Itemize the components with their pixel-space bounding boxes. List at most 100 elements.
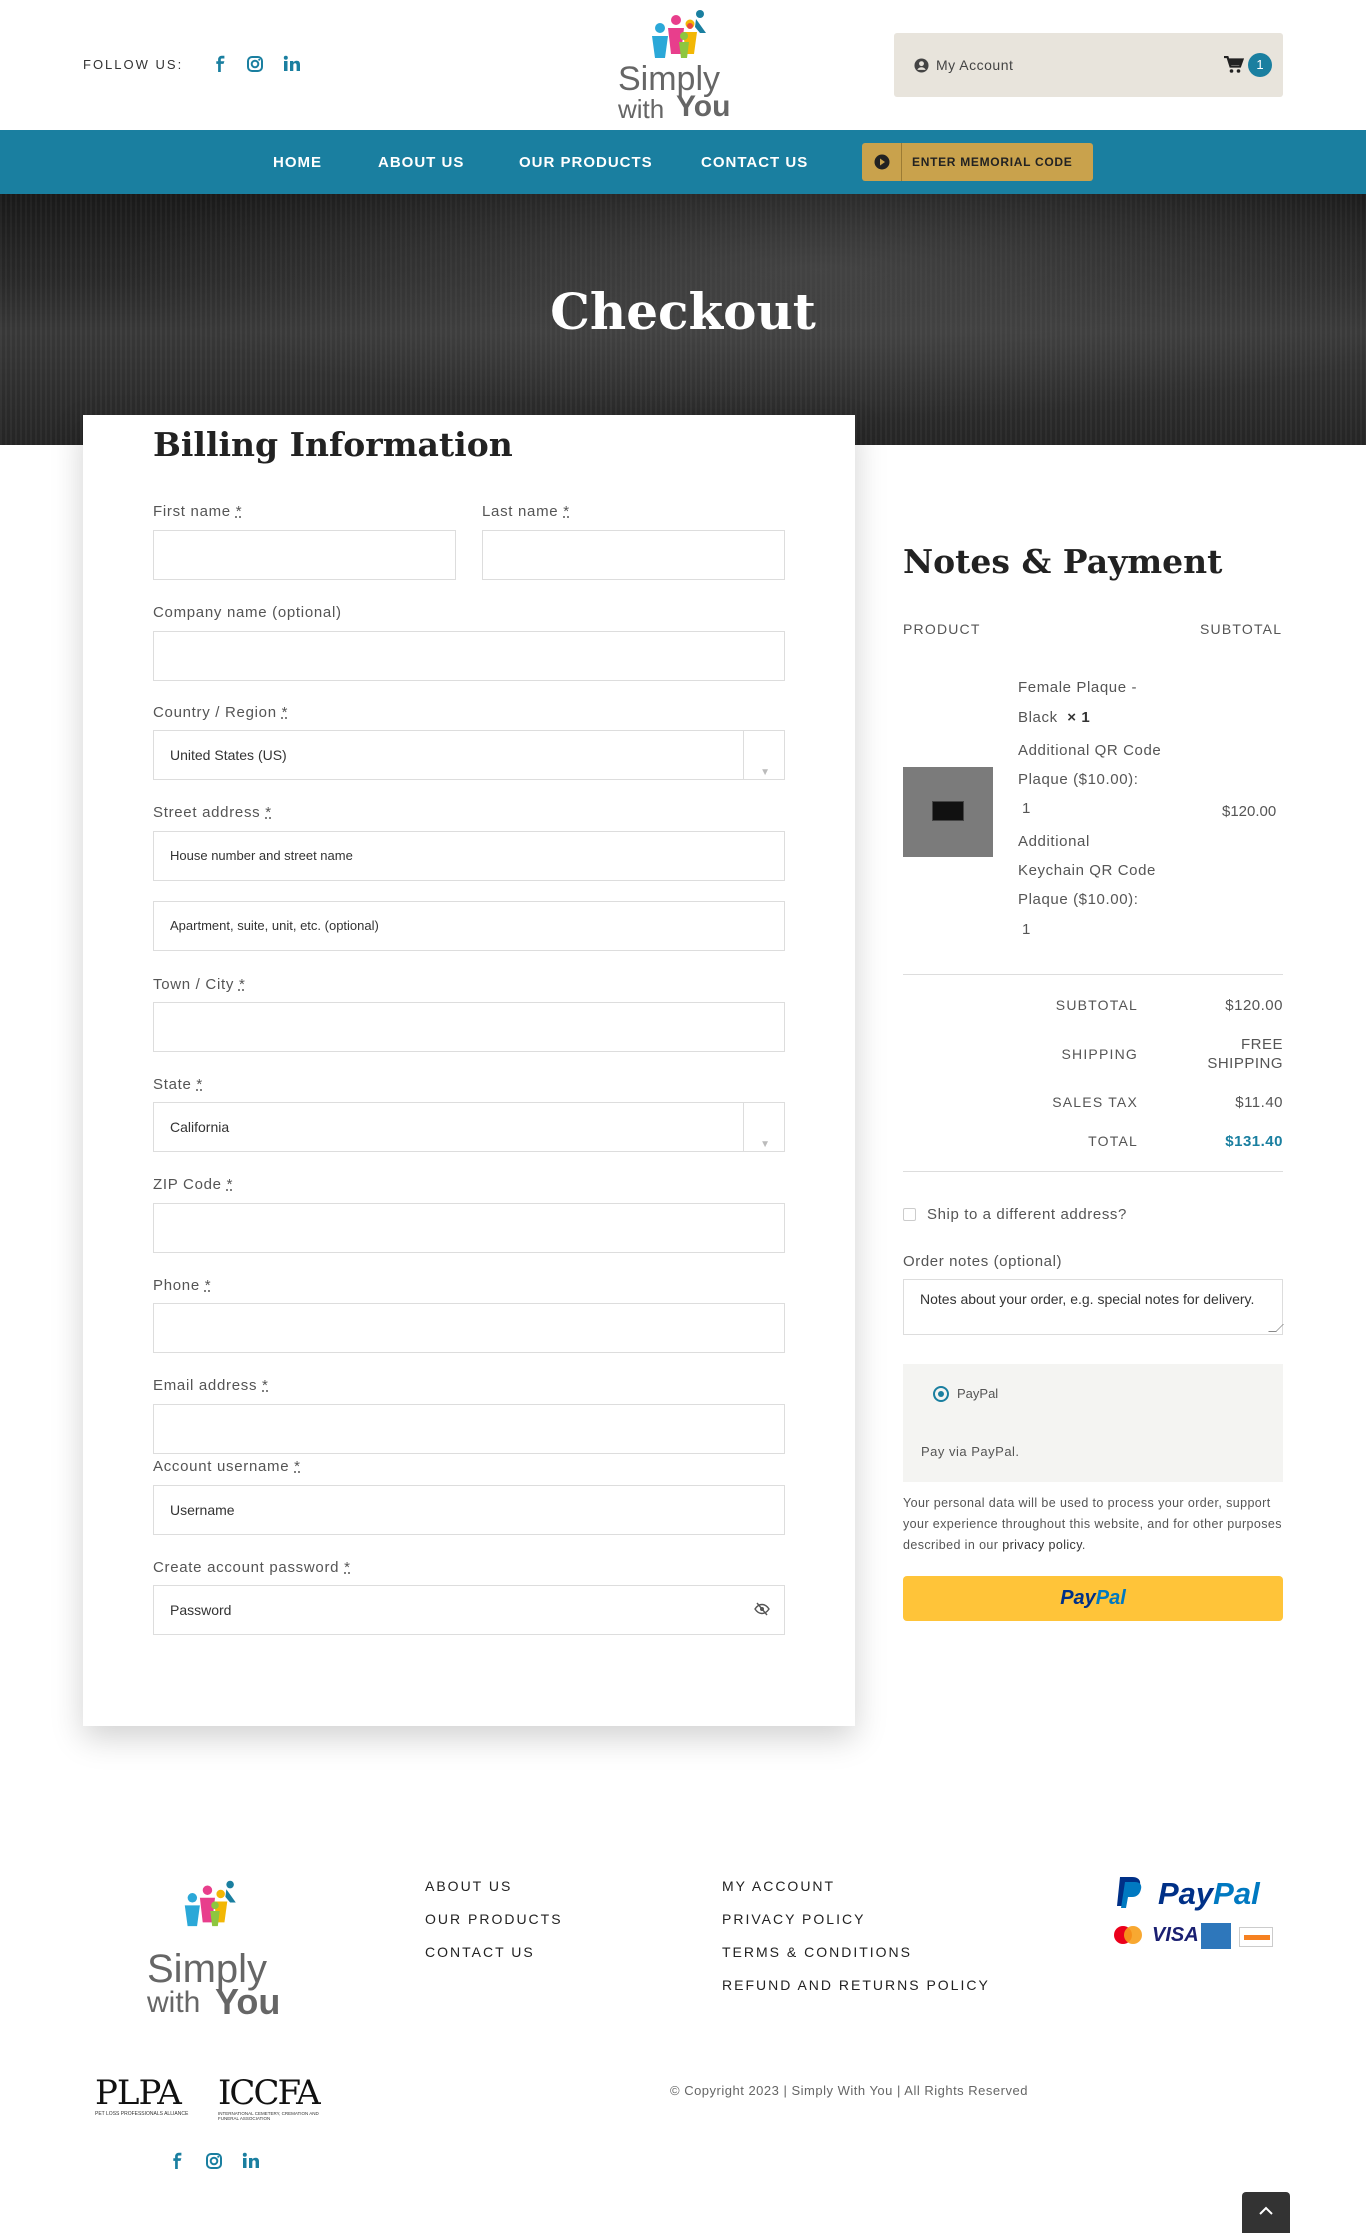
footer-refund-returns[interactable]: REFUND AND RETURNS POLICY — [722, 1977, 990, 1993]
page-title: Checkout — [550, 282, 816, 341]
footer-facebook-icon[interactable] — [167, 2151, 187, 2171]
email-label: Email address * — [153, 1377, 269, 1394]
top-header: FOLLOW US: Simply with You My Account 1 — [0, 0, 1366, 130]
username-input[interactable]: Username — [153, 1485, 785, 1535]
footer-linkedin-icon[interactable] — [241, 2151, 261, 2171]
product-meta-line: Additional — [1018, 833, 1090, 850]
footer-about-us[interactable]: ABOUT US — [425, 1878, 512, 1894]
order-notes-label: Order notes (optional) — [903, 1253, 1063, 1270]
payment-methods-box: PayPal Pay via PayPal. — [903, 1364, 1283, 1482]
zip-label: ZIP Code * — [153, 1176, 234, 1193]
chevron-down-icon: ▼ — [760, 1139, 770, 1150]
state-label: State * — [153, 1076, 203, 1093]
password-label: Create account password * — [153, 1559, 351, 1576]
enter-memorial-code-button[interactable]: ENTER MEMORIAL CODE — [862, 143, 1093, 181]
follow-us-label: FOLLOW US: — [83, 57, 184, 72]
divider — [903, 1171, 1283, 1172]
product-thumbnail — [903, 767, 993, 857]
paypal-radio[interactable] — [933, 1386, 949, 1402]
hero-banner: Checkout — [0, 194, 1366, 445]
main-nav: HOME ABOUT US OUR PRODUCTS CONTACT US EN… — [0, 130, 1366, 194]
subtotal-column-header: SUBTOTAL — [1200, 621, 1283, 637]
company-input[interactable] — [153, 631, 785, 681]
nav-contact-us[interactable]: CONTACT US — [701, 154, 808, 171]
shipping-label: SHIPPING — [1061, 1046, 1138, 1062]
play-icon — [862, 143, 902, 181]
product-name-line: Black × 1 — [1018, 709, 1091, 726]
shipping-value: SHIPPING — [1207, 1055, 1283, 1072]
last-name-input[interactable] — [482, 530, 785, 580]
company-label: Company name (optional) — [153, 604, 342, 621]
billing-card: Billing Information First name * Last na… — [83, 415, 855, 1726]
copyright-text: © Copyright 2023 | Simply With You | All… — [670, 2083, 1028, 2098]
paypal-wordmark: PayPal — [1158, 1876, 1260, 1911]
my-account-link[interactable]: My Account — [936, 57, 1013, 73]
email-input[interactable] — [153, 1404, 785, 1454]
product-name-line: Female Plaque - — [1018, 679, 1138, 696]
footer-terms-conditions[interactable]: TERMS & CONDITIONS — [722, 1944, 912, 1960]
nav-home[interactable]: HOME — [273, 154, 322, 171]
plpa-logo: PLPA PET LOSS PROFESSIONALS ALLIANCE — [95, 2073, 189, 2117]
footer-logo[interactable]: Simply with You — [145, 1877, 285, 2027]
nav-our-products[interactable]: OUR PRODUCTS — [519, 154, 653, 171]
notes-payment-title: Notes & Payment — [903, 542, 1223, 581]
ship-different-label[interactable]: Ship to a different address? — [927, 1206, 1127, 1223]
product-meta-line: Plaque ($10.00): — [1018, 891, 1139, 908]
privacy-notice: Your personal data will be used to proce… — [903, 1496, 1282, 1552]
sales-tax-value: $11.40 — [1235, 1094, 1283, 1111]
account-bar[interactable]: My Account 1 — [894, 33, 1283, 97]
first-name-input[interactable] — [153, 530, 456, 580]
footer-contact-us[interactable]: CONTACT US — [425, 1944, 535, 1960]
paypal-checkout-button[interactable]: PayPal — [903, 1576, 1283, 1621]
ship-different-checkbox[interactable] — [903, 1208, 916, 1221]
state-select[interactable]: California ▼ — [153, 1102, 785, 1152]
facebook-icon[interactable] — [210, 54, 230, 74]
linkedin-icon[interactable] — [282, 54, 302, 74]
order-notes-textarea[interactable]: Notes about your order, e.g. special not… — [903, 1279, 1284, 1335]
product-meta-line: Additional QR Code — [1018, 742, 1162, 759]
iccfa-logo: ICCFA INTERNATIONAL CEMETERY, CREMATION … — [218, 2073, 321, 2121]
cart-icon[interactable] — [1224, 56, 1244, 74]
phone-label: Phone * — [153, 1277, 212, 1294]
password-input[interactable]: Password — [153, 1585, 785, 1635]
product-price: $120.00 — [1222, 803, 1277, 820]
footer-logo-you: You — [215, 1981, 281, 2022]
product-meta-line: Plaque ($10.00): — [1018, 771, 1139, 788]
product-meta-line: 1 — [1022, 921, 1031, 938]
subtotal-label: SUBTOTAL — [1055, 997, 1138, 1013]
cart-count-badge[interactable]: 1 — [1248, 53, 1272, 77]
footer-privacy-policy[interactable]: PRIVACY POLICY — [722, 1911, 865, 1927]
street-address-input[interactable]: House number and street name — [153, 831, 785, 881]
country-select[interactable]: United States (US) ▼ — [153, 730, 785, 780]
country-label: Country / Region * — [153, 704, 289, 721]
resize-handle-icon[interactable] — [1268, 1324, 1284, 1332]
eye-slash-icon[interactable] — [754, 1602, 770, 1616]
paypal-accepted-logo: PayPal VISA — [1110, 1874, 1275, 1949]
street-address-label: Street address * — [153, 804, 272, 821]
chevron-down-icon: ▼ — [760, 767, 770, 778]
last-name-label: Last name * — [482, 503, 570, 520]
amex-icon — [1201, 1923, 1231, 1949]
total-value: $131.40 — [1225, 1133, 1283, 1150]
zip-input[interactable] — [153, 1203, 785, 1253]
paypal-option-label[interactable]: PayPal — [957, 1386, 998, 1401]
paypal-description: Pay via PayPal. — [921, 1444, 1020, 1459]
instagram-icon[interactable] — [245, 54, 265, 74]
street-address-2-input[interactable]: Apartment, suite, unit, etc. (optional) — [153, 901, 785, 951]
total-label: TOTAL — [1088, 1133, 1138, 1149]
visa-icon: VISA — [1152, 1924, 1199, 1946]
user-icon — [914, 58, 929, 73]
logo-text-you: You — [676, 90, 731, 123]
site-logo[interactable]: Simply with You — [618, 6, 744, 124]
privacy-policy-link[interactable]: privacy policy — [1002, 1538, 1082, 1552]
footer-our-products[interactable]: OUR PRODUCTS — [425, 1911, 563, 1927]
footer-my-account[interactable]: MY ACCOUNT — [722, 1878, 835, 1894]
paypal-p-icon — [1114, 1875, 1146, 1911]
phone-input[interactable] — [153, 1303, 785, 1353]
city-input[interactable] — [153, 1002, 785, 1052]
nav-about-us[interactable]: ABOUT US — [378, 154, 464, 171]
footer-logo-with: with — [147, 1986, 201, 2019]
footer-instagram-icon[interactable] — [204, 2151, 224, 2171]
product-meta-line: Keychain QR Code — [1018, 862, 1157, 879]
scroll-to-top-button[interactable] — [1242, 2192, 1290, 2233]
